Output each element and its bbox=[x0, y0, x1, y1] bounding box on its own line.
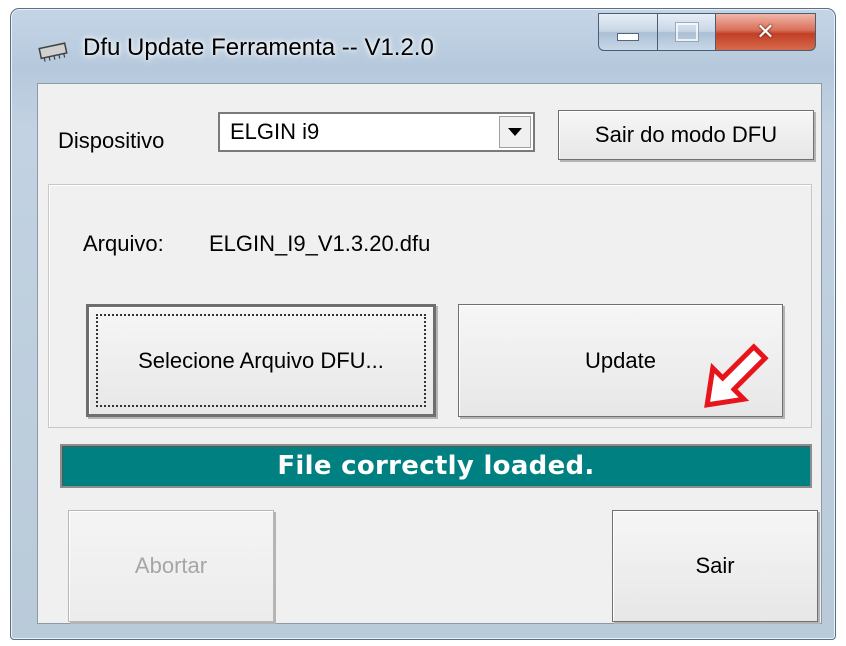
chevron-down-icon bbox=[508, 128, 522, 136]
file-group: Arquivo: ELGIN_I9_V1.3.20.dfu Selecione … bbox=[48, 184, 812, 428]
update-button[interactable]: Update bbox=[458, 304, 783, 417]
abort-button-label: Abortar bbox=[134, 553, 208, 578]
update-button-label: Update bbox=[585, 347, 656, 373]
device-select[interactable]: ELGIN i9 bbox=[218, 112, 535, 152]
app-window: Dfu Update Ferramenta -- V1.2.0 ✕ Dispos… bbox=[10, 8, 836, 640]
minimize-icon bbox=[617, 33, 639, 41]
file-name: ELGIN_I9_V1.3.20.dfu bbox=[209, 231, 431, 256]
file-label: Arquivo: bbox=[83, 231, 164, 256]
status-text: File correctly loaded. bbox=[277, 451, 595, 481]
maximize-icon bbox=[674, 22, 699, 42]
device-select-value: ELGIN i9 bbox=[230, 119, 320, 144]
select-file-button[interactable]: Selecione Arquivo DFU... bbox=[86, 304, 436, 417]
exit-button-label: Sair bbox=[695, 553, 735, 578]
status-bar: File correctly loaded. bbox=[60, 444, 812, 488]
focus-ring bbox=[96, 314, 426, 407]
device-select-dropdown-button[interactable] bbox=[499, 116, 531, 148]
minimize-button[interactable] bbox=[598, 13, 658, 51]
exit-dfu-button-label: Sair do modo DFU bbox=[594, 122, 778, 147]
abort-button[interactable]: Abortar bbox=[68, 510, 274, 622]
exit-button[interactable]: Sair bbox=[612, 510, 818, 622]
maximize-button[interactable] bbox=[658, 13, 716, 51]
title-bar[interactable]: Dfu Update Ferramenta -- V1.2.0 ✕ bbox=[11, 9, 835, 81]
device-label: Dispositivo bbox=[58, 128, 165, 153]
exit-dfu-button[interactable]: Sair do modo DFU bbox=[558, 110, 814, 160]
close-icon: ✕ bbox=[756, 19, 775, 45]
caption-buttons: ✕ bbox=[598, 13, 816, 53]
client-area: Dispositivo ELGIN i9 Sair do modo DFU Ar… bbox=[37, 83, 822, 624]
close-button[interactable]: ✕ bbox=[716, 13, 816, 51]
chip-icon bbox=[38, 42, 68, 62]
window-title: Dfu Update Ferramenta -- V1.2.0 bbox=[83, 34, 434, 61]
